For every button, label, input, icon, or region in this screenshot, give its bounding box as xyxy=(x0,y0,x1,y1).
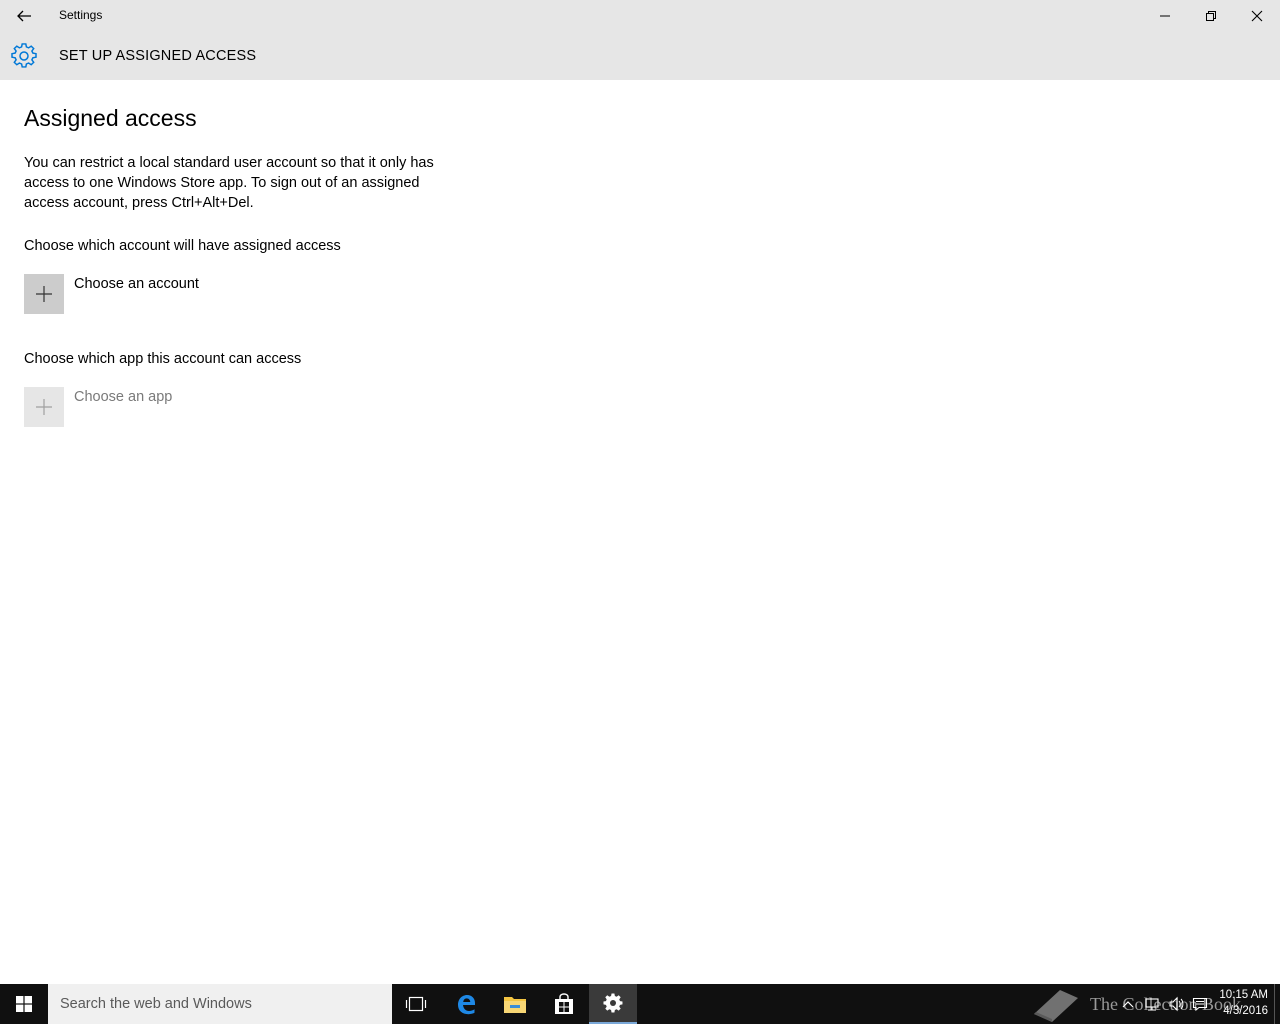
choose-app-button: Choose an app xyxy=(24,387,172,427)
show-desktop-button[interactable] xyxy=(1274,984,1280,1024)
search-placeholder: Search the web and Windows xyxy=(60,996,252,1012)
choose-account-label: Choose an account xyxy=(74,276,199,292)
close-button[interactable] xyxy=(1234,0,1280,32)
file-explorer-button[interactable] xyxy=(491,984,539,1024)
title-bar: Settings xyxy=(0,0,1280,32)
file-explorer-icon xyxy=(504,997,526,1013)
restore-icon xyxy=(1206,11,1216,21)
volume-icon[interactable] xyxy=(1168,996,1184,1012)
book-logo-icon xyxy=(1034,990,1078,1022)
gear-icon xyxy=(11,43,37,68)
network-icon[interactable] xyxy=(1144,996,1160,1012)
taskbar-search-box[interactable]: Search the web and Windows xyxy=(48,984,392,1024)
description-text: You can restrict a local standard user a… xyxy=(24,155,434,211)
app-section-label: Choose which app this account can access xyxy=(24,351,302,367)
close-icon xyxy=(1251,10,1263,22)
section-heading: Assigned access xyxy=(24,105,197,131)
plus-icon xyxy=(36,399,52,415)
minimize-button[interactable] xyxy=(1142,0,1188,32)
page-title: SET UP ASSIGNED ACCESS xyxy=(59,48,257,64)
store-icon xyxy=(555,993,573,1014)
store-button[interactable] xyxy=(540,984,588,1024)
minimize-icon xyxy=(1160,15,1170,17)
choose-account-button[interactable]: Choose an account xyxy=(24,274,199,314)
taskbar: Search the web and Windows The Collectio… xyxy=(0,984,1280,1024)
clock-time: 10:15 AM xyxy=(1219,989,1268,1001)
window-title: Settings xyxy=(59,8,103,22)
add-account-tile[interactable] xyxy=(24,274,64,314)
windows-logo-icon xyxy=(16,996,32,1012)
clock-date: 4/3/2016 xyxy=(1223,1005,1268,1017)
back-button[interactable] xyxy=(8,2,40,30)
action-center-icon[interactable] xyxy=(1192,996,1208,1012)
settings-taskbar-button[interactable] xyxy=(589,984,637,1024)
edge-icon xyxy=(458,995,475,1015)
add-app-tile xyxy=(24,387,64,427)
back-arrow-icon xyxy=(17,10,31,22)
plus-icon xyxy=(36,286,52,302)
task-view-button[interactable] xyxy=(392,984,440,1024)
task-view-icon xyxy=(405,996,427,1012)
start-button[interactable] xyxy=(0,984,48,1024)
settings-icon xyxy=(603,993,623,1013)
taskbar-clock[interactable]: 10:15 AM 4/3/2016 xyxy=(1212,987,1268,1019)
system-tray xyxy=(1118,984,1218,1024)
page-header: SET UP ASSIGNED ACCESS xyxy=(0,32,1280,80)
show-hidden-icons-icon[interactable] xyxy=(1120,996,1136,1012)
account-section-label: Choose which account will have assigned … xyxy=(24,238,341,254)
restore-button[interactable] xyxy=(1188,0,1234,32)
edge-button[interactable] xyxy=(442,984,490,1024)
choose-app-label: Choose an app xyxy=(74,389,173,405)
